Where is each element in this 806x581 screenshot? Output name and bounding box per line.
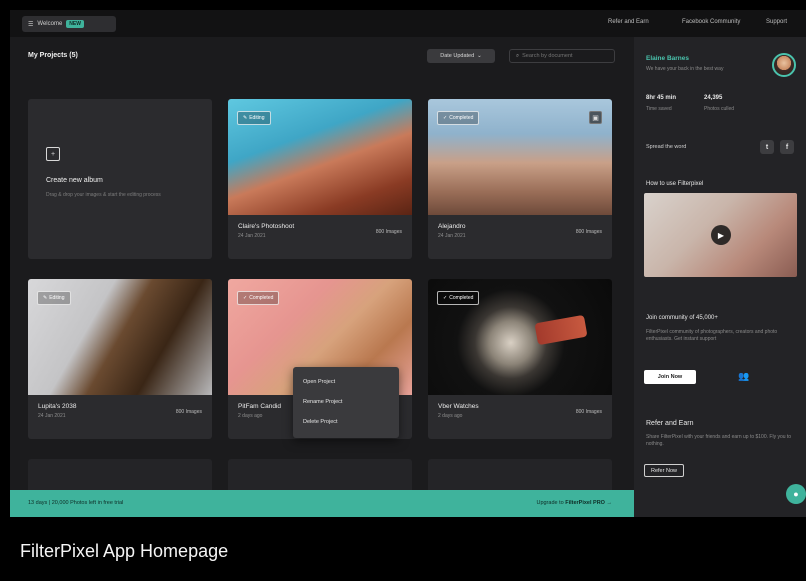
edit-icon: ✎ xyxy=(43,295,48,301)
project-name: PitFam Candid xyxy=(238,403,281,410)
watch-strap-shape xyxy=(534,314,588,346)
project-name: Vber Watches xyxy=(438,403,479,410)
arrow-right-icon: → xyxy=(606,500,613,506)
sort-dropdown[interactable]: Date Updated ⌄ xyxy=(427,49,495,63)
search-icon: ⌕ xyxy=(516,52,520,59)
user-subtitle: We have your back in the best way xyxy=(646,66,724,72)
twitter-icon[interactable]: t xyxy=(760,140,774,154)
project-card[interactable]: ✓ Completed Vber Watches 2 days ago 800 I… xyxy=(428,279,612,439)
edit-icon: ✎ xyxy=(243,115,248,121)
tutorial-video[interactable]: ▶ xyxy=(644,193,797,277)
check-icon: ✓ xyxy=(443,115,448,121)
sidebar: Elaine Barnes We have your back in the b… xyxy=(634,37,806,517)
create-album-card[interactable]: + Create new album Drag & drop your imag… xyxy=(28,99,212,259)
top-bar: ☰ Welcome NEW Refer and Earn Facebook Co… xyxy=(10,10,806,37)
project-name: Lupita's 2038 xyxy=(38,403,77,410)
open-project-item[interactable]: Open Project xyxy=(303,379,335,385)
refer-description: Share FilterPixel with your friends and … xyxy=(646,434,792,447)
user-name[interactable]: Elaine Barnes xyxy=(646,55,689,62)
image-count: 800 Images xyxy=(575,409,602,415)
page-title: My Projects (5) xyxy=(28,52,78,59)
photos-culled-value: 24,395 xyxy=(704,95,723,101)
community-description: FilterPixel community of photographers, … xyxy=(646,329,778,342)
status-badge: ✎ Editing xyxy=(37,291,71,305)
sort-label: Date Updated xyxy=(440,53,475,59)
folder-add-icon: + xyxy=(46,147,60,161)
status-badge: ✎ Editing xyxy=(237,111,271,125)
workspace-menu[interactable]: ☰ Welcome NEW xyxy=(22,16,116,32)
upgrade-link[interactable]: Upgrade to FilterPixel PRO → xyxy=(536,500,612,506)
project-card[interactable]: ✎ Editing Lupita's 2038 24 Jan 2021 800 I… xyxy=(28,279,212,439)
search-input[interactable] xyxy=(522,53,613,59)
delete-project-item[interactable]: Delete Project xyxy=(303,419,338,425)
search-box[interactable]: ⌕ xyxy=(509,49,615,63)
project-date: 24 Jan 2021 xyxy=(238,233,266,239)
trash-icon[interactable]: ▣ xyxy=(589,111,602,124)
trial-info: 13 days | 20,000 Photos left in free tri… xyxy=(28,500,124,506)
time-saved-label: Time saved xyxy=(646,106,672,112)
project-date: 24 Jan 2021 xyxy=(438,233,466,239)
context-menu: Open Project Rename Project Delete Proje… xyxy=(293,367,399,438)
play-icon[interactable]: ▶ xyxy=(711,225,731,245)
refer-now-button[interactable]: Refer Now xyxy=(644,464,684,477)
menu-icon: ☰ xyxy=(28,21,34,28)
refer-title: Refer and Earn xyxy=(646,420,694,427)
community-title: Join community of 45,000+ xyxy=(646,315,718,321)
check-icon: ✓ xyxy=(243,295,248,301)
join-now-button[interactable]: Join Now xyxy=(644,370,696,384)
how-to-title: How to use Filterpixel xyxy=(646,181,704,187)
chevron-down-icon: ⌄ xyxy=(477,53,482,59)
image-count: 800 Images xyxy=(175,409,202,415)
project-date: 2 days ago xyxy=(238,413,263,419)
support-link[interactable]: Support xyxy=(766,19,787,25)
new-badge: NEW xyxy=(66,20,84,28)
community-avatars-icon: 👥 xyxy=(738,371,750,381)
facebook-icon[interactable]: f xyxy=(780,140,794,154)
refer-earn-link[interactable]: Refer and Earn xyxy=(608,19,649,25)
image-count: 800 Images xyxy=(575,229,602,235)
photos-culled-label: Photos culled xyxy=(704,106,735,112)
create-album-title: Create new album xyxy=(46,177,103,184)
project-name: Claire's Photoshoot xyxy=(238,223,295,230)
status-badge: ✓ Completed xyxy=(437,291,480,305)
projects-area: My Projects (5) Date Updated ⌄ ⌕ + Creat… xyxy=(10,37,634,517)
facebook-community-link[interactable]: Facebook Community xyxy=(682,19,740,25)
caption-title: FilterPixel App Homepage xyxy=(20,541,229,561)
chat-icon[interactable]: ● xyxy=(786,484,806,504)
status-badge: ✓ Completed xyxy=(237,291,280,305)
rename-project-item[interactable]: Rename Project xyxy=(303,399,342,405)
project-card[interactable]: ✓ Completed ▣ Alejandro 24 Jan 2021 800 I… xyxy=(428,99,612,259)
trial-banner: 13 days | 20,000 Photos left in free tri… xyxy=(10,490,634,517)
check-icon: ✓ xyxy=(443,295,448,301)
status-badge: ✓ Completed xyxy=(437,111,480,125)
project-date: 2 days ago xyxy=(438,413,463,419)
project-name: Alejandro xyxy=(438,223,466,230)
spread-word-label: Spread the word xyxy=(646,144,687,150)
project-card[interactable]: ✎ Editing Claire's Photoshoot 24 Jan 2021… xyxy=(228,99,412,259)
app-window: ☰ Welcome NEW Refer and Earn Facebook Co… xyxy=(10,10,806,517)
workspace-label: Welcome xyxy=(37,21,63,27)
project-date: 24 Jan 2021 xyxy=(38,413,66,419)
avatar[interactable] xyxy=(772,53,796,77)
image-count: 800 Images xyxy=(375,229,402,235)
time-saved-value: 8hr 45 min xyxy=(646,95,677,101)
create-album-description: Drag & drop your images & start the edit… xyxy=(46,192,161,198)
